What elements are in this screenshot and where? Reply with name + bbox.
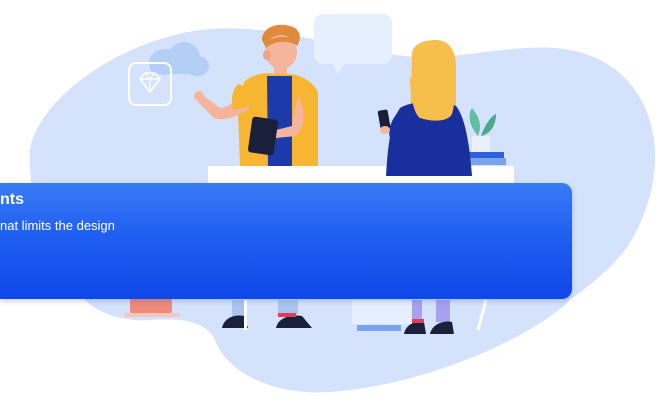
floor-strip [357, 325, 401, 331]
floor-strip [352, 300, 412, 324]
banner-title: nts [0, 191, 24, 208]
page-canvas: nts nat limits the design [0, 0, 669, 400]
feature-banner: nts nat limits the design [0, 183, 572, 299]
pot-icon [124, 298, 180, 317]
desk-leg [244, 300, 247, 330]
banner-subtitle: nat limits the design [0, 218, 115, 233]
